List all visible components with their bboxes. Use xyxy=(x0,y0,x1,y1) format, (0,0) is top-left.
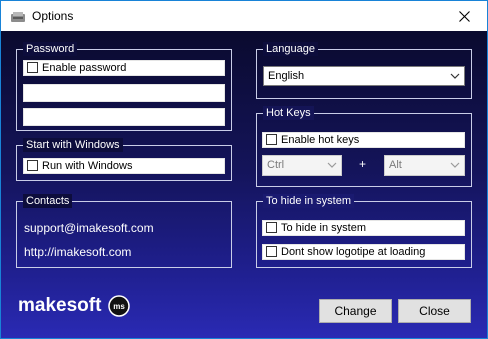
language-group: Language English xyxy=(256,42,472,99)
run-with-windows-checkbox-box[interactable] xyxy=(27,160,38,171)
hide-in-system-title: To hide in system xyxy=(263,194,354,208)
svg-text:ms: ms xyxy=(113,302,125,311)
chevron-down-icon xyxy=(327,162,337,168)
hide-in-system-checkbox-box[interactable] xyxy=(266,222,277,233)
window-title: Options xyxy=(32,9,74,23)
enable-password-label: Enable password xyxy=(42,62,127,74)
hide-in-system-group: To hide in system To hide in system Dont… xyxy=(256,194,472,268)
enable-password-checkbox[interactable]: Enable password xyxy=(23,60,225,76)
password-group: Password Enable password xyxy=(16,42,232,131)
start-with-windows-title: Start with Windows xyxy=(23,138,123,152)
hotkey-modifier2-value: Alt xyxy=(389,159,402,171)
title-bar[interactable]: Options xyxy=(1,1,487,31)
close-icon xyxy=(458,10,470,22)
support-email-link[interactable]: support@imakesoft.com xyxy=(24,221,154,235)
start-with-windows-group: Start with Windows Run with Windows xyxy=(16,138,232,181)
language-select[interactable]: English xyxy=(263,66,465,86)
contacts-group: Contacts support@imakesoft.com http://im… xyxy=(16,194,232,268)
website-link[interactable]: http://imakesoft.com xyxy=(24,245,131,259)
run-with-windows-label: Run with Windows xyxy=(42,160,133,172)
hotkey-modifier2-select[interactable]: Alt xyxy=(384,155,465,176)
logo-text: makesoft xyxy=(18,295,102,316)
app-icon xyxy=(11,12,25,22)
hot-keys-group: Hot Keys Enable hot keys Ctrl + Alt xyxy=(256,106,472,187)
dont-show-logo-checkbox[interactable]: Dont show logotipe at loading xyxy=(262,244,465,260)
contacts-title: Contacts xyxy=(23,194,73,208)
close-button[interactable]: Close xyxy=(398,299,471,323)
hotkey-modifier1-select[interactable]: Ctrl xyxy=(262,155,342,176)
hotkey-modifier1-value: Ctrl xyxy=(267,159,285,171)
dont-show-logo-label: Dont show logotipe at loading xyxy=(281,246,426,258)
language-selected-value: English xyxy=(268,70,305,82)
chevron-down-icon xyxy=(450,162,460,168)
dont-show-logo-checkbox-box[interactable] xyxy=(266,246,277,257)
options-window: Options Password Enable password Start w… xyxy=(0,0,488,339)
hotkey-plus-sign: + xyxy=(359,157,367,171)
enable-hot-keys-label: Enable hot keys xyxy=(281,134,360,146)
run-with-windows-checkbox[interactable]: Run with Windows xyxy=(23,158,225,174)
enable-hot-keys-checkbox[interactable]: Enable hot keys xyxy=(262,132,465,148)
logo-badge-icon: ms xyxy=(108,295,130,317)
password-field[interactable] xyxy=(23,84,225,102)
enable-hot-keys-checkbox-box[interactable] xyxy=(266,134,277,145)
options-client-area: Password Enable password Start with Wind… xyxy=(1,31,487,338)
confirm-password-field[interactable] xyxy=(23,108,225,126)
language-title: Language xyxy=(263,42,318,56)
enable-password-checkbox-box[interactable] xyxy=(27,62,38,73)
password-group-title: Password xyxy=(23,42,78,56)
hide-in-system-label: To hide in system xyxy=(281,222,366,234)
chevron-down-icon xyxy=(450,73,460,79)
change-button[interactable]: Change xyxy=(319,299,392,323)
hide-in-system-checkbox[interactable]: To hide in system xyxy=(262,220,465,236)
hot-keys-title: Hot Keys xyxy=(263,106,314,120)
close-window-button[interactable] xyxy=(441,1,487,31)
